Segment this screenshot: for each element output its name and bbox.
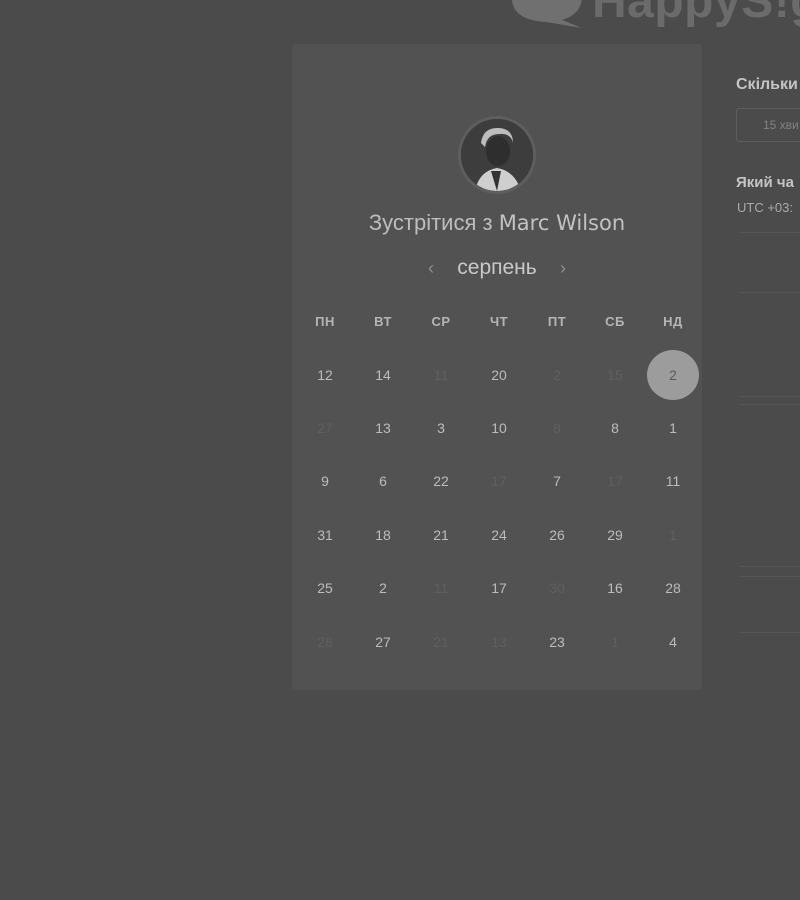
calendar-day[interactable]: 23 xyxy=(528,615,586,668)
calendar-day-disabled: 11 xyxy=(433,580,449,597)
calendar-day-disabled: 1 xyxy=(611,633,619,650)
calendar-day[interactable]: 24 xyxy=(470,508,528,561)
calendar-day[interactable]: 12 xyxy=(296,348,354,401)
calendar-day[interactable]: 4 xyxy=(644,615,702,668)
calendar-day-disabled: 28 xyxy=(317,633,333,650)
weekday-label: НД xyxy=(663,314,683,329)
duration-label: Скільки xyxy=(736,76,798,93)
calendar-grid: 12 14 11 20 2 15 2 27 13 3 10 8 8 1 9 6 … xyxy=(296,348,702,668)
calendar-day-disabled: 30 xyxy=(549,580,565,597)
divider xyxy=(740,566,800,567)
time-label: Який ча xyxy=(736,174,794,191)
brand-name: HappyS!g xyxy=(592,0,800,28)
month-navigation: ‹ серпень › xyxy=(292,256,702,280)
brand-logo[interactable]: HappyS!g xyxy=(510,0,800,30)
calendar-day[interactable]: 29 xyxy=(586,508,644,561)
calendar-day-disabled: 21 xyxy=(433,633,449,650)
calendar-day[interactable]: 26 xyxy=(528,508,586,561)
divider xyxy=(740,404,800,405)
chevron-right-icon[interactable]: › xyxy=(556,259,570,277)
host-name: Marc Wilson xyxy=(498,211,626,235)
calendar-day[interactable]: 27 xyxy=(354,615,412,668)
person-avatar-icon xyxy=(461,119,533,191)
duration-value: 15 хви xyxy=(763,118,799,132)
host-avatar xyxy=(458,116,536,194)
divider xyxy=(740,632,800,633)
calendar-day-disabled: 17 xyxy=(491,473,507,490)
calendar-day[interactable]: 20 xyxy=(470,348,528,401)
calendar-day-disabled: 1 xyxy=(669,526,677,543)
month-label: серпень xyxy=(457,256,537,279)
calendar-day[interactable]: 13 xyxy=(354,401,412,454)
calendar-day[interactable]: 11 xyxy=(644,455,702,508)
weekday-label: СБ xyxy=(605,314,625,329)
calendar-day-disabled: 11 xyxy=(433,366,449,383)
divider xyxy=(740,396,800,397)
calendar-day[interactable]: 16 xyxy=(586,562,644,615)
calendar-panel: Зустрітися з Marc Wilson ‹ серпень › ПН … xyxy=(292,44,702,690)
calendar-day-disabled: 8 xyxy=(553,420,561,437)
calendar-day-disabled: 15 xyxy=(607,366,623,383)
calendar-day[interactable]: 3 xyxy=(412,401,470,454)
calendar-day[interactable]: 22 xyxy=(412,455,470,508)
calendar-day[interactable]: 2 xyxy=(354,562,412,615)
calendar-day[interactable]: 14 xyxy=(354,348,412,401)
divider xyxy=(740,232,800,233)
page: HappyS!g Зустрітися з Marc Wilson ‹ серп… xyxy=(0,0,800,900)
calendar-day[interactable]: 18 xyxy=(354,508,412,561)
calendar-day[interactable]: 31 xyxy=(296,508,354,561)
calendar-day[interactable]: 25 xyxy=(296,562,354,615)
weekday-label: ВТ xyxy=(374,314,392,329)
calendar-day[interactable]: 1 xyxy=(644,401,702,454)
weekday-label: ПН xyxy=(315,314,335,329)
meeting-title: Зустрітися з Marc Wilson xyxy=(292,210,702,236)
weekday-label: СР xyxy=(431,314,451,329)
calendar-day[interactable]: 9 xyxy=(296,455,354,508)
selected-day-label: 2 xyxy=(647,349,699,400)
weekday-label: ЧТ xyxy=(489,314,509,329)
calendar-day[interactable]: 28 xyxy=(644,562,702,615)
divider xyxy=(740,576,800,577)
meeting-title-prefix: Зустрітися з xyxy=(368,210,493,235)
duration-select[interactable]: 15 хви xyxy=(736,108,800,142)
divider xyxy=(740,292,800,293)
calendar-day[interactable]: 21 xyxy=(412,508,470,561)
calendar-day-selected[interactable]: 2 xyxy=(644,348,702,401)
calendar-day[interactable]: 10 xyxy=(470,401,528,454)
weekday-header: ПН ВТ СР ЧТ ПТ СБ НД xyxy=(296,314,702,329)
calendar-day-disabled: 27 xyxy=(317,420,333,437)
chat-bubble-icon xyxy=(512,0,582,28)
calendar-day[interactable]: 7 xyxy=(528,455,586,508)
calendar-day[interactable]: 6 xyxy=(354,455,412,508)
time-selection-panel: Скільки 15 хви Який ча UTC +03: xyxy=(736,44,800,664)
weekday-label: ПТ xyxy=(547,314,567,329)
calendar-day-disabled: 13 xyxy=(491,633,507,650)
timezone-label[interactable]: UTC +03: xyxy=(737,200,793,215)
calendar-day-disabled: 17 xyxy=(607,473,623,490)
calendar-day[interactable]: 17 xyxy=(470,562,528,615)
chevron-left-icon[interactable]: ‹ xyxy=(424,259,438,277)
calendar-day[interactable]: 8 xyxy=(586,401,644,454)
calendar-day-disabled: 2 xyxy=(553,366,561,383)
